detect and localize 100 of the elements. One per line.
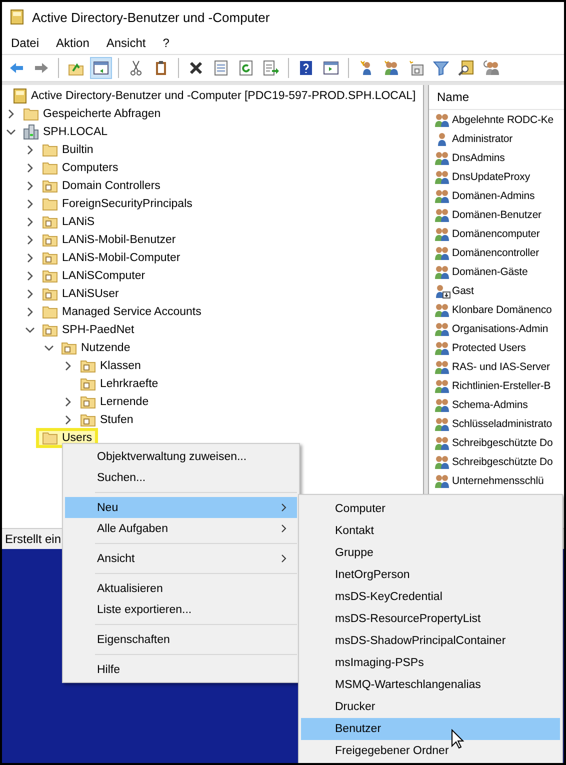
container-folder-icon	[80, 395, 96, 409]
tree-item[interactable]: Klassen	[77, 359, 144, 373]
menu-item[interactable]: ?	[162, 36, 170, 50]
list-item[interactable]: Schreibgeschützte Do	[452, 456, 553, 468]
list-item[interactable]: Administrator	[452, 132, 513, 144]
delete-icon	[188, 60, 204, 76]
tree-item[interactable]: LANiS-Mobil-Benutzer	[39, 233, 179, 247]
group-icon	[434, 396, 451, 412]
tree-item[interactable]: Nutzende	[58, 341, 134, 355]
menu-item[interactable]: Datei	[11, 36, 40, 50]
collapsed-chevron-icon[interactable]	[25, 307, 35, 317]
submenu-item[interactable]: msDS-ResourcePropertyList	[301, 608, 560, 630]
tree-item[interactable]: Managed Service Accounts	[39, 305, 204, 319]
tree-item[interactable]: Users	[39, 431, 96, 445]
context-menu-item[interactable]: Neu	[65, 497, 297, 518]
tree-item[interactable]: LANiSUser	[39, 287, 122, 301]
container-folder-icon	[42, 287, 58, 301]
console-icon	[13, 88, 27, 104]
tree-item[interactable]: ForeignSecurityPrincipals	[39, 197, 196, 211]
collapsed-chevron-icon[interactable]	[25, 181, 35, 191]
tree-item[interactable]: LANiS-Mobil-Computer	[39, 251, 184, 265]
list-item[interactable]: Organisations-Admin	[452, 322, 548, 334]
tree-item[interactable]: Computers	[39, 161, 122, 175]
submenu-item[interactable]: msImaging-PSPs	[301, 652, 560, 674]
submenu-item[interactable]: InetOrgPerson	[301, 564, 560, 586]
list-item[interactable]: DnsUpdateProxy	[452, 170, 530, 182]
status-text: Erstellt ein	[5, 532, 62, 546]
list-item[interactable]: Gast	[452, 284, 474, 296]
console-tree-button[interactable]	[90, 57, 112, 79]
context-menu-item[interactable]: Liste exportieren...	[65, 599, 297, 620]
list-item[interactable]: Richtlinien-Ersteller-B	[452, 380, 551, 392]
tree-item[interactable]: Lernende	[77, 395, 152, 409]
tree-item[interactable]: SPH-PaedNet	[39, 323, 138, 337]
tree-item[interactable]: Stufen	[77, 413, 136, 427]
group-icon	[434, 112, 451, 128]
submenu-item[interactable]: Computer	[301, 498, 560, 520]
container-folder-icon	[42, 251, 58, 265]
collapsed-chevron-icon[interactable]	[25, 271, 35, 281]
submenu-item[interactable]: msDS-KeyCredential	[301, 586, 560, 608]
expanded-chevron-icon[interactable]	[44, 343, 54, 353]
context-menu-item[interactable]: Hilfe	[65, 659, 297, 680]
context-menu-item[interactable]: Eigenschaften	[65, 629, 297, 650]
tree-root-item[interactable]: Active Directory-Benutzer und -Computer [PDC19-597-PROD.SPH.LOCAL]	[10, 88, 419, 104]
collapsed-chevron-icon[interactable]	[25, 199, 35, 209]
tree-item[interactable]: LANiSComputer	[39, 269, 148, 283]
collapsed-chevron-icon[interactable]	[63, 397, 73, 407]
list-item[interactable]: RAS- und IAS-Server	[452, 360, 550, 372]
tree-item[interactable]: Builtin	[39, 143, 96, 157]
menu-item[interactable]: Aktion	[56, 36, 90, 50]
expanded-chevron-icon[interactable]	[6, 127, 16, 137]
collapsed-chevron-icon[interactable]	[6, 109, 16, 119]
container-folder-icon	[80, 377, 96, 391]
list-item[interactable]: Schlüsseladministrato	[452, 418, 552, 430]
tree-item[interactable]: SPH.LOCAL	[20, 124, 111, 140]
tree-item[interactable]: Gespeicherte Abfragen	[20, 107, 164, 121]
group-icon	[434, 358, 451, 374]
expanded-chevron-icon[interactable]	[25, 325, 35, 335]
list-item[interactable]: Schema-Admins	[452, 398, 528, 410]
collapsed-chevron-icon[interactable]	[25, 253, 35, 263]
collapsed-chevron-icon[interactable]	[63, 415, 73, 425]
context-menu-item[interactable]: Alle Aufgaben	[65, 518, 297, 539]
mouse-pointer-icon	[451, 729, 464, 749]
column-header[interactable]: Name	[437, 90, 470, 104]
collapsed-chevron-icon[interactable]	[63, 361, 73, 371]
list-item[interactable]: DnsAdmins	[452, 152, 505, 164]
list-item[interactable]: Domänen-Gäste	[452, 266, 528, 278]
group-icon	[434, 206, 451, 222]
collapsed-chevron-icon[interactable]	[25, 289, 35, 299]
tree-item[interactable]: LANiS	[39, 215, 98, 229]
submenu-item[interactable]: Benutzer	[301, 718, 560, 740]
list-item[interactable]: Abgelehnte RODC-Ke	[452, 114, 554, 126]
tree-item[interactable]: Lehrkraefte	[77, 377, 162, 391]
list-item[interactable]: Domänencomputer	[452, 228, 540, 240]
context-menu-item[interactable]: Suchen...	[65, 467, 297, 488]
submenu-item[interactable]: Freigegebener Ordner	[301, 740, 560, 762]
collapsed-chevron-icon[interactable]	[25, 217, 35, 227]
submenu-item[interactable]: Kontakt	[301, 520, 560, 542]
submenu-item[interactable]: MSMQ-Warteschlangenalias	[301, 674, 560, 696]
list-item[interactable]: Domänen-Admins	[452, 190, 535, 202]
list-item[interactable]: Domänen-Benutzer	[452, 208, 542, 220]
context-menu-item[interactable]: Aktualisieren	[65, 578, 297, 599]
context-menu-item[interactable]: Ansicht	[65, 548, 297, 569]
list-item[interactable]: Klonbare Domänenco	[452, 304, 552, 316]
submenu-item[interactable]: Gruppe	[301, 542, 560, 564]
context-menu-item[interactable]: Objektverwaltung zuweisen...	[65, 446, 297, 467]
new-container-icon	[408, 60, 424, 76]
submenu-item[interactable]: msDS-ShadowPrincipalContainer	[301, 630, 560, 652]
list-item[interactable]: Protected Users	[452, 342, 526, 354]
list-item[interactable]: Domänencontroller	[452, 246, 540, 258]
collapsed-chevron-icon[interactable]	[25, 163, 35, 173]
tree-item[interactable]: Domain Controllers	[39, 179, 164, 193]
collapsed-chevron-icon[interactable]	[25, 145, 35, 155]
collapsed-chevron-icon[interactable]	[25, 235, 35, 245]
folder-icon	[42, 431, 58, 445]
list-item[interactable]: Schreibgeschützte Do	[452, 436, 553, 448]
list-item[interactable]: Unternehmensschlü	[452, 474, 544, 486]
submenu-item[interactable]: Drucker	[301, 696, 560, 718]
console-tree-icon	[93, 60, 109, 76]
menu-item[interactable]: Ansicht	[106, 36, 146, 50]
back-arrow-icon	[8, 60, 24, 76]
